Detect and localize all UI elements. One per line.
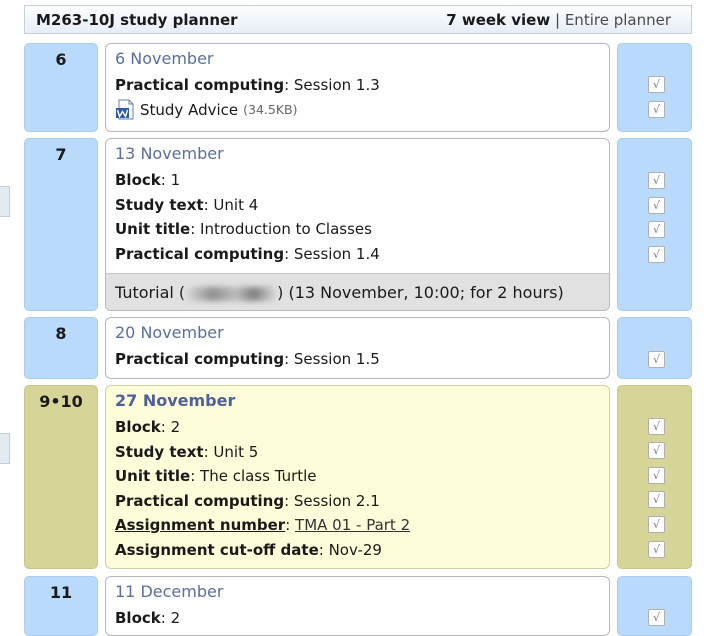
document-size: (34.5KB) <box>243 101 298 117</box>
row-key: Unit title <box>115 220 191 238</box>
week-date: 20 November <box>115 323 224 342</box>
week-card: 20 November Practical computing: Session… <box>105 317 610 379</box>
week-card-current: 27 November Block: 2 Study text: Unit 5 … <box>105 385 610 569</box>
row-key: Block <box>115 418 161 436</box>
left-collapse-tab[interactable] <box>0 433 10 464</box>
tutorial-prefix: Tutorial ( <box>115 283 186 302</box>
row-value: Unit 4 <box>213 195 259 214</box>
completion-checkbox[interactable]: √ <box>648 172 665 189</box>
word-document-icon <box>116 99 134 120</box>
row-key: Study text <box>115 442 204 461</box>
completion-column: √ <box>617 576 692 636</box>
planner-row: Study text: Unit 5 <box>115 442 259 461</box>
row-value: 2 <box>170 418 181 436</box>
planner-row: Practical computing: Session 1.3 <box>115 76 380 94</box>
completion-checkbox[interactable]: √ <box>648 467 665 484</box>
row-value: Nov-29 <box>328 540 382 559</box>
row-value: The class Turtle <box>200 467 317 485</box>
planner-row: Block: 1 <box>115 171 181 189</box>
planner-row: Practical computing: Session 1.4 <box>115 244 380 263</box>
planner-row: Assignment number: TMA 01 - Part 2 <box>115 516 411 534</box>
row-value: Session 1.3 <box>293 76 380 94</box>
tutorial-row[interactable]: Tutorial ( ) (13 November, 10:00; for 2 h… <box>106 273 609 310</box>
completion-checkbox[interactable]: √ <box>648 609 665 626</box>
row-value: Session 2.1 <box>293 491 380 510</box>
week-number: 6 <box>24 43 98 132</box>
completion-checkbox[interactable]: √ <box>648 221 665 238</box>
view-switcher: 7 week view | Entire planner <box>446 11 671 29</box>
row-key: Unit title <box>115 467 191 485</box>
completion-checkbox[interactable]: √ <box>648 76 665 93</box>
week-date: 13 November <box>115 144 224 163</box>
planner-row: Practical computing: Session 2.1 <box>115 491 380 510</box>
planner-title: M263-10J study planner <box>36 11 238 29</box>
completion-checkbox[interactable]: √ <box>648 541 665 558</box>
week-number: 8 <box>24 317 98 379</box>
completion-checkbox[interactable]: √ <box>648 516 665 533</box>
week-date: 6 November <box>115 49 214 68</box>
planner-row: Unit title: Introduction to Classes <box>115 220 372 238</box>
planner-header: M263-10J study planner 7 week view | Ent… <box>24 5 692 34</box>
document-name: Study Advice <box>140 100 239 119</box>
completion-checkbox[interactable]: √ <box>648 351 665 368</box>
completion-checkbox[interactable]: √ <box>648 101 665 118</box>
completion-checkbox[interactable]: √ <box>648 418 665 435</box>
entire-planner-link[interactable]: Entire planner <box>565 11 671 29</box>
completion-checkbox[interactable]: √ <box>648 246 665 263</box>
completion-column: √ √ √ √ <box>617 138 692 311</box>
tma-link[interactable]: TMA 01 - Part 2 <box>295 516 410 534</box>
redacted-tutor-name <box>185 286 278 301</box>
row-value: Session 1.5 <box>293 350 380 368</box>
row-key: Block <box>115 171 161 189</box>
row-value: 2 <box>170 609 181 627</box>
week-number: 7 <box>24 138 98 311</box>
row-key: Assignment cut-off date <box>115 540 319 559</box>
week-card: 6 November Practical computing: Session … <box>105 43 610 132</box>
row-key: Study text <box>115 195 204 214</box>
week-number: 11 <box>24 576 98 636</box>
row-key: Practical computing <box>115 491 285 510</box>
completion-column: √ √ √ √ √ √ <box>617 385 692 569</box>
tutorial-details: ) (13 November, 10:00; for 2 hours) <box>277 283 564 302</box>
view-separator: | <box>554 11 561 29</box>
row-value: Session 1.4 <box>293 244 380 263</box>
planner-row: Practical computing: Session 1.5 <box>115 350 380 368</box>
completion-checkbox[interactable]: √ <box>648 197 665 214</box>
completion-column: √ <box>617 317 692 379</box>
week-date: 27 November <box>115 391 236 410</box>
assignment-number-link[interactable]: Assignment number <box>115 516 285 534</box>
week-card: 11 December Block: 2 <box>105 576 610 636</box>
left-collapse-tab[interactable] <box>0 186 10 217</box>
row-key: Block <box>115 609 161 627</box>
week-date: 11 December <box>115 582 224 601</box>
row-key: Practical computing <box>115 244 285 263</box>
completion-checkbox[interactable]: √ <box>648 491 665 508</box>
row-value: Introduction to Classes <box>200 220 372 238</box>
row-value: 1 <box>170 171 181 189</box>
completion-column: √ √ <box>617 43 692 132</box>
planner-row: Block: 2 <box>115 418 181 436</box>
planner-row: Study text: Unit 4 <box>115 195 259 214</box>
week-number: 9•10 <box>24 385 98 569</box>
row-key: Practical computing <box>115 76 285 94</box>
week-card: 13 November Block: 1 Study text: Unit 4 … <box>105 138 610 311</box>
planner-row: Assignment cut-off date: Nov-29 <box>115 540 382 559</box>
study-advice-document[interactable]: Study Advice (34.5KB) <box>115 98 609 123</box>
completion-checkbox[interactable]: √ <box>648 442 665 459</box>
current-view-label: 7 week view <box>446 11 551 29</box>
planner-row: Unit title: The class Turtle <box>115 467 317 485</box>
row-value: Unit 5 <box>213 442 259 461</box>
row-key: Practical computing <box>115 350 285 368</box>
